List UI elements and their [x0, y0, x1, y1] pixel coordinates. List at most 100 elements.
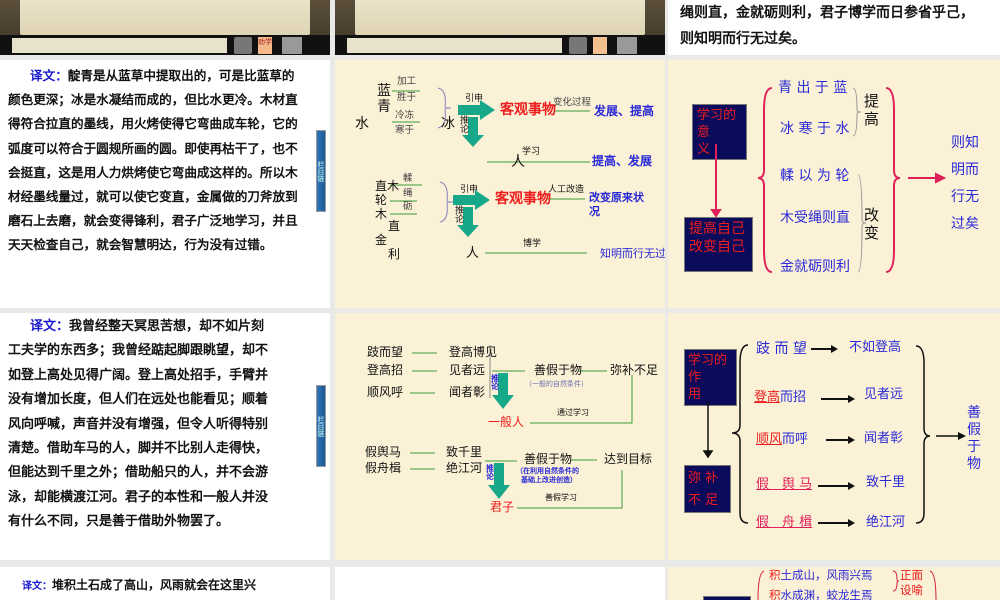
- label: 善假于物: [524, 452, 573, 466]
- label: 引申: [460, 185, 479, 195]
- label: 绝江河: [446, 461, 483, 475]
- label: 胜于: [397, 92, 417, 103]
- item: 木受绳则直: [780, 210, 850, 226]
- translation-text: 译文：我曾经整天冥思苦想，却不如片刻 工夫学的东西多；我曾经踮起脚跟眺望，却不 …: [8, 319, 269, 530]
- result: 绝江河: [866, 515, 906, 530]
- slide-diagram-5[interactable]: 积土成山，风雨兴焉 积水成渊，蛟龙生焉 正面 设喻: [668, 567, 1000, 600]
- label: 发展、提高: [594, 104, 655, 118]
- label: 青: [377, 99, 391, 115]
- label: 推论: [491, 374, 499, 391]
- label: 达到目标: [604, 452, 653, 466]
- translation-label: 译文：: [30, 319, 70, 334]
- slide-translation-1[interactable]: 译文：靛青是从蓝草中提取出的，可是比蓝草的 颜色更深；冰是水凝结而成的，但比水更…: [0, 60, 330, 308]
- label: 水: [355, 116, 369, 132]
- label: 君子: [490, 500, 515, 514]
- result: 见者远: [864, 387, 904, 402]
- scroll-strip: [347, 38, 562, 53]
- slide-translation-3[interactable]: 译文：堆积土石成了高山，风雨就会在这里兴: [0, 567, 330, 600]
- label: 客观事物: [500, 102, 556, 118]
- label: 推论: [455, 206, 465, 225]
- scroll-strip: [12, 38, 227, 53]
- book-icon: [617, 37, 637, 54]
- result: 物: [967, 456, 981, 472]
- slide-diagram-4[interactable]: 学习的 作 用 弥 补 不 足 跂 而 望 登高而招 顺风而呼 假 舆 马 假 …: [668, 313, 1000, 560]
- label: 基础上改进创造）: [521, 476, 577, 484]
- label: 顺风呼: [367, 385, 404, 399]
- result: 不如登高: [849, 340, 902, 355]
- slide-thumbnail-2[interactable]: [335, 0, 665, 55]
- paper-image: [355, 0, 645, 35]
- slide-thumbnail-1[interactable]: 劝学: [0, 0, 330, 55]
- result: 闻者彰: [864, 431, 904, 446]
- text-line: 则知明而行无过矣。: [680, 31, 806, 47]
- seal-icon: [234, 37, 252, 54]
- label: 推论: [486, 464, 494, 481]
- nav-bar: [335, 35, 665, 55]
- label: 改变原来状: [589, 191, 644, 204]
- title-tab[interactable]: 劝学: [258, 37, 272, 54]
- label: 冷冻: [395, 110, 415, 121]
- label: 轮: [375, 193, 388, 207]
- label: 高: [864, 110, 880, 128]
- item: 青 出 于 蓝: [778, 80, 848, 96]
- item: 跂 而 望: [756, 341, 807, 357]
- item: 輮 以 为 轮: [780, 168, 850, 184]
- slide-diagram-3[interactable]: 学习的 意 义 提高自己 改变自己 青 出 于 蓝 冰 寒 于 水 輮 以 为 …: [668, 60, 1000, 308]
- label: 加工: [397, 76, 417, 87]
- result: 过矣: [951, 216, 979, 232]
- slide-thumbnail-3[interactable]: 绳则直，金就砺则利，君子博学而日参省乎己， 则知明而行无过矣。: [668, 0, 1000, 55]
- slide-diagram-1[interactable]: 水 蓝 青 加工 胜于 冷冻 寒于 冰 引申 推论 客观事物 变化过程 发展、提…: [335, 60, 665, 308]
- item: 金就砺则利: [780, 259, 850, 275]
- result: 善: [967, 405, 981, 421]
- label: 闻者彰: [449, 385, 486, 399]
- label: 提高、发展: [592, 154, 653, 168]
- label: 改: [864, 206, 880, 224]
- label: 人: [466, 246, 480, 261]
- label: 善假学习: [545, 493, 577, 502]
- label: 冰: [441, 116, 455, 132]
- title-tab[interactable]: [593, 37, 607, 54]
- label: 砺: [403, 201, 413, 212]
- slide-diagram-2[interactable]: 跂而望 登高招 顺风呼 登高博见 见者远 闻者彰 善假于物 （一般的自然条件） …: [335, 313, 665, 560]
- book-icon: [282, 37, 302, 54]
- label: 博学: [523, 239, 542, 249]
- result: 假: [967, 422, 981, 438]
- label: 登高招: [367, 363, 404, 377]
- label: 学习: [522, 147, 541, 157]
- label: 寒于: [395, 125, 415, 136]
- result: 致千里: [866, 475, 906, 490]
- label: 见者远: [449, 363, 486, 377]
- slide-translation-2[interactable]: 译文：我曾经整天冥思苦想，却不如片刻 工夫学的东西多；我曾经踮起脚跟眺望，却不 …: [0, 313, 330, 560]
- label: 通过学习: [557, 408, 589, 417]
- label: 人: [511, 154, 525, 170]
- label: 绳: [403, 188, 413, 199]
- translation-label: 译文：: [30, 68, 68, 83]
- label: 跂而望: [367, 345, 404, 359]
- item: 假 舟 楫: [756, 515, 813, 530]
- result: 于: [967, 439, 981, 455]
- label: 引申: [465, 94, 484, 104]
- seal-icon: [569, 37, 587, 54]
- label: 致千里: [446, 445, 483, 459]
- label: 金: [375, 233, 388, 247]
- text-line: 绳则直，金就砺则利，君子博学而日参省乎己，: [680, 5, 974, 21]
- label: 况: [589, 205, 600, 218]
- label: 人工改造: [548, 185, 585, 195]
- column-link-button[interactable]: 栏目链: [316, 385, 326, 467]
- item: 假 舆 马: [756, 477, 813, 492]
- result: 行无: [951, 189, 979, 205]
- item: 冰 寒 于 水: [780, 121, 850, 137]
- item: 顺风而呼: [756, 432, 809, 447]
- label: 善假于物: [534, 363, 583, 377]
- label: 弥补不足: [610, 363, 659, 377]
- slide-blank[interactable]: [335, 567, 665, 600]
- column-link-button[interactable]: 栏目链: [316, 130, 326, 212]
- result: 则知: [951, 135, 979, 151]
- item: 登高而招: [754, 390, 807, 405]
- label: 推论: [460, 116, 470, 135]
- label: （在利用自然条件的: [516, 467, 579, 475]
- diagram-braces: [702, 344, 966, 527]
- label: 提: [864, 92, 880, 110]
- label: 直木: [375, 179, 400, 193]
- result: 明而: [951, 162, 979, 178]
